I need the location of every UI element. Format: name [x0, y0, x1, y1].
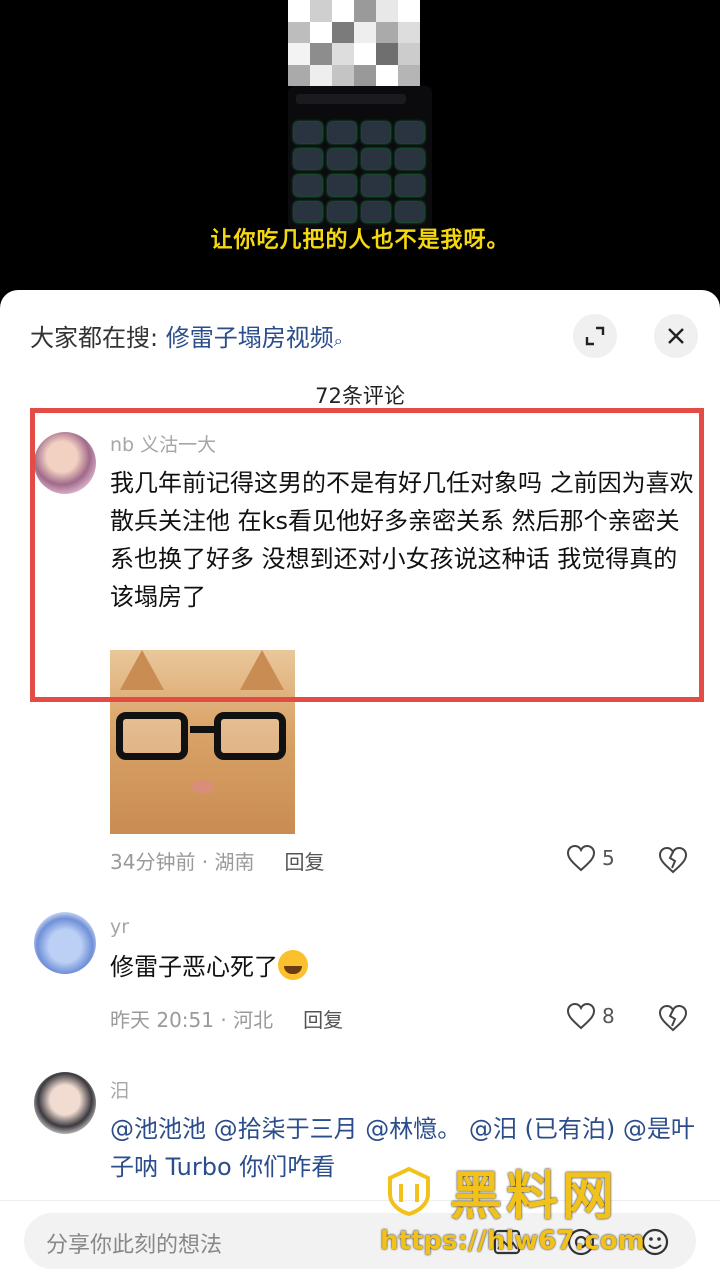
comment-sheet: 大家都在搜: 修雷子塌房视频⌕ 72条评论 nb 义沽一大 我几年前记得这男的不… — [0, 290, 720, 1280]
input-placeholder: 分享你此刻的想法 — [46, 1233, 223, 1258]
heart-icon — [566, 844, 596, 872]
search-keyword-link[interactable]: 修雷子塌房视频 — [166, 324, 334, 352]
expand-button[interactable] — [573, 314, 617, 358]
image-icon[interactable] — [492, 1227, 522, 1257]
dislike-button[interactable] — [658, 846, 688, 878]
cat-with-glasses-image[interactable] — [110, 650, 295, 834]
comment-username[interactable]: yr — [110, 916, 129, 938]
comment-text: 修雷子恶心死了 — [110, 948, 700, 986]
expand-icon — [585, 326, 605, 346]
avatar[interactable] — [34, 912, 96, 974]
close-button[interactable] — [654, 314, 698, 358]
like-button[interactable]: 8 — [566, 1002, 615, 1030]
heart-icon — [566, 1002, 596, 1030]
comment-text: 我几年前记得这男的不是有好几任对象吗 之前因为喜欢散兵关注他 在ks看见他好多亲… — [110, 469, 694, 611]
trending-search[interactable]: 大家都在搜: 修雷子塌房视频⌕ — [30, 318, 343, 353]
reply-button[interactable]: 回复 — [303, 1008, 343, 1032]
phone-keyboard-image — [288, 86, 432, 230]
search-icon: ⌕ — [333, 331, 343, 350]
broken-heart-icon — [658, 1004, 688, 1032]
comment-username[interactable]: nb 义沽一大 — [110, 430, 216, 457]
comment-meta: 34分钟前 · 湖南 回复 — [110, 846, 325, 875]
avatar[interactable] — [34, 1072, 96, 1134]
video-subtitle: 让你吃几把的人也不是我呀。 — [210, 228, 510, 253]
like-button[interactable]: 5 — [566, 844, 615, 872]
comment-username[interactable]: 汨 — [110, 1076, 129, 1103]
pixelated-image — [288, 0, 420, 86]
close-icon — [668, 328, 684, 344]
comment-input[interactable]: 分享你此刻的想法 — [24, 1213, 696, 1269]
comment-meta: 昨天 20:51 · 河北 回复 — [110, 1004, 343, 1033]
comment-time-location: 昨天 20:51 · 河北 — [110, 1008, 274, 1032]
comment-text: @池池池 @拾柒于三月 @林憶。 @汨 (已有泊) @是叶子呐 Turbo 你们… — [110, 1115, 695, 1181]
crying-laughing-emoji — [278, 950, 308, 980]
broken-heart-icon — [658, 846, 688, 874]
search-prefix: 大家都在搜: — [30, 324, 159, 352]
comment-input-bar: 分享你此刻的想法 — [0, 1200, 720, 1281]
avatar[interactable] — [34, 432, 96, 494]
comment-time-location: 34分钟前 · 湖南 — [110, 850, 255, 874]
like-count: 5 — [602, 846, 615, 870]
reply-button[interactable]: 回复 — [285, 850, 325, 874]
like-count: 8 — [602, 1004, 615, 1028]
emoji-icon[interactable] — [640, 1227, 670, 1257]
at-mention-icon[interactable] — [566, 1227, 596, 1257]
comment-count: 72条评论 — [315, 384, 405, 408]
video-player[interactable]: 让你吃几把的人也不是我呀。 — [0, 0, 720, 300]
dislike-button[interactable] — [658, 1004, 688, 1036]
